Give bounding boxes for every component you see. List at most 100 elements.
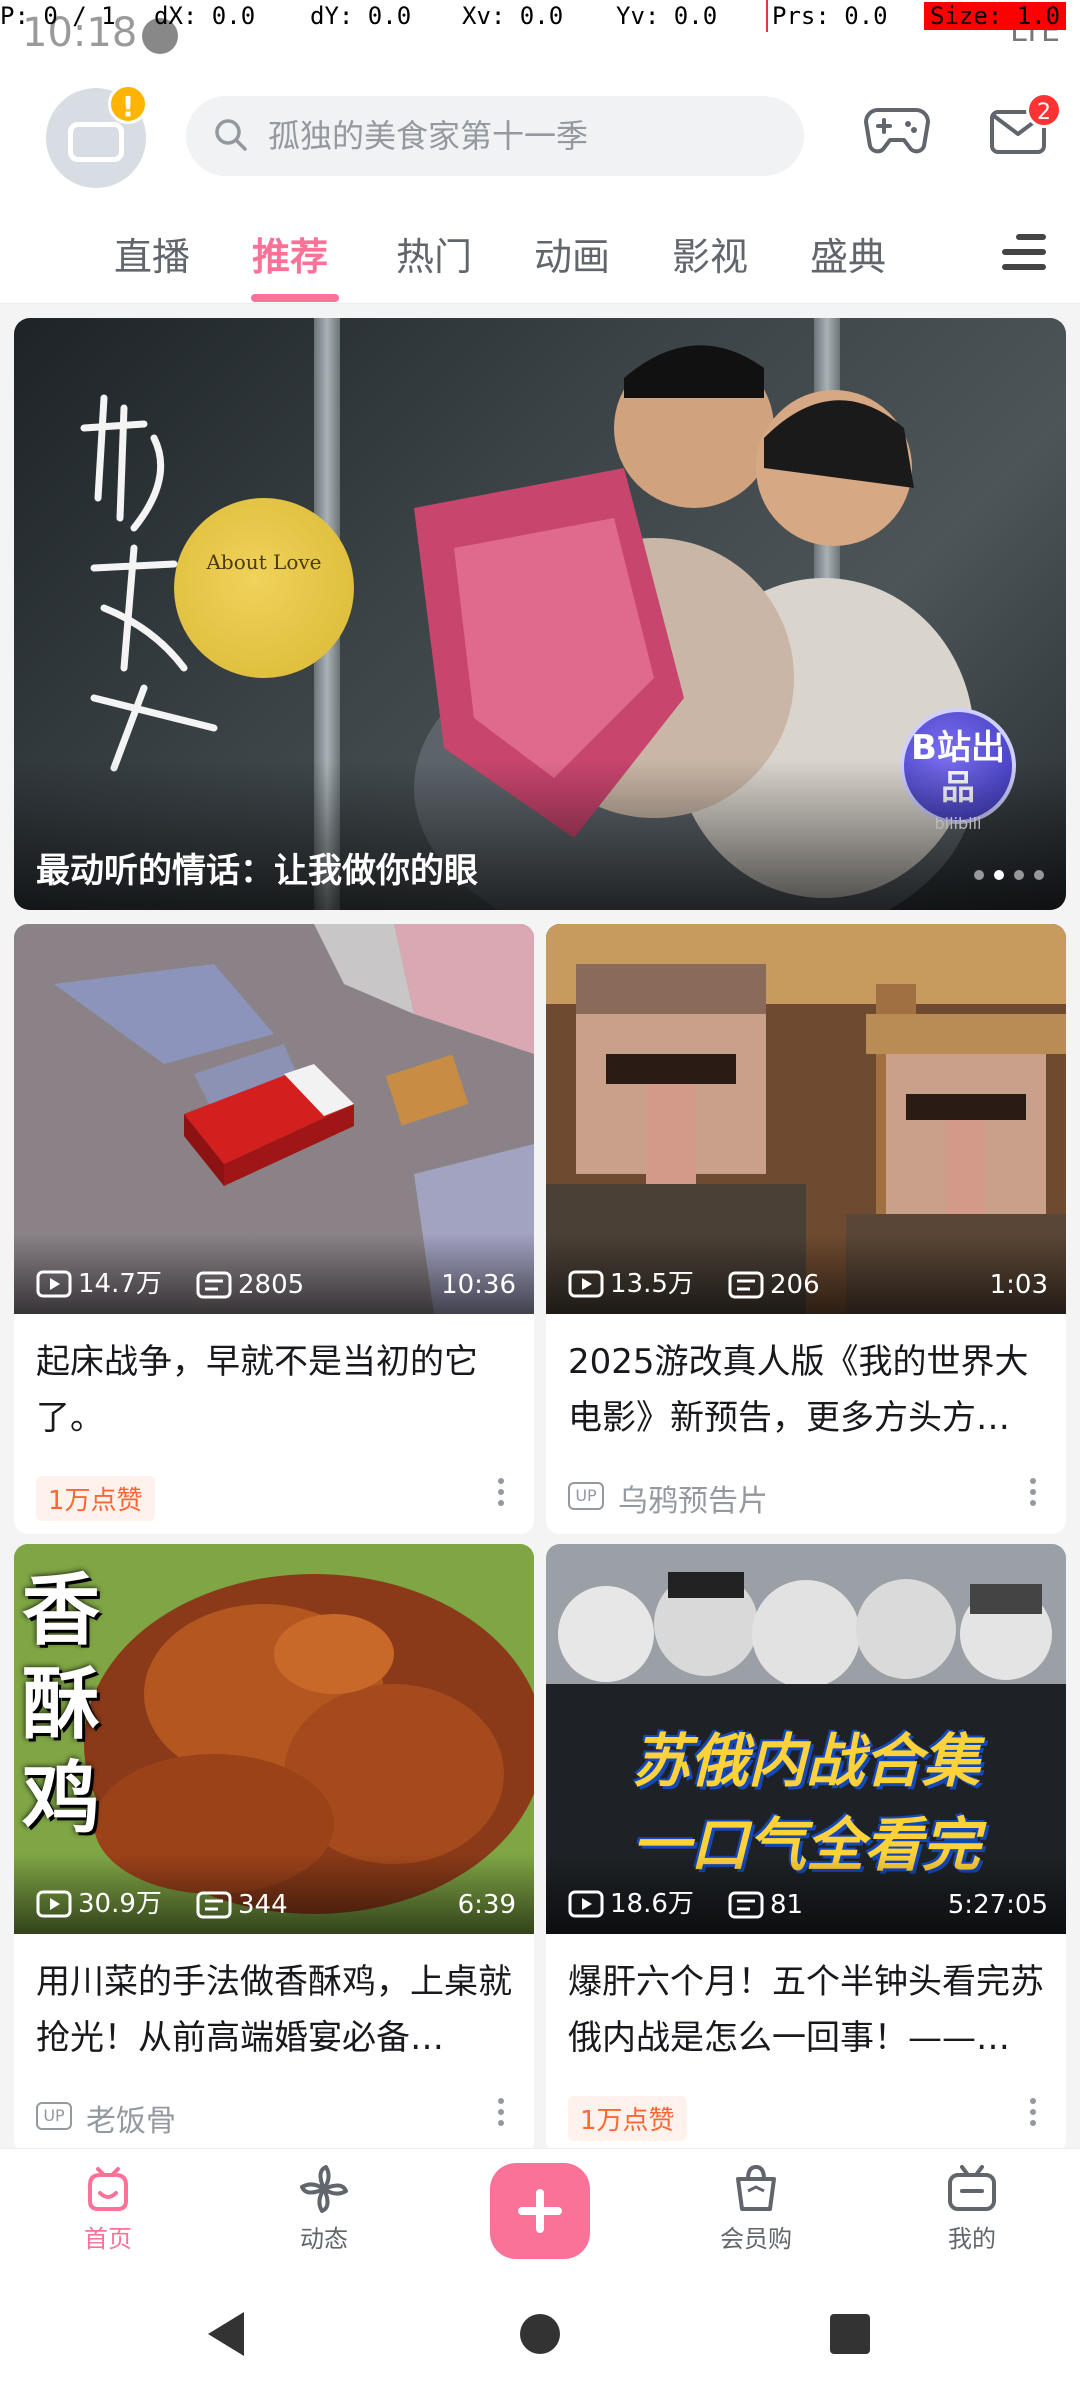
more-options-icon[interactable] [498,1478,506,1506]
play-count-icon [568,1270,604,1298]
carousel-dot [1034,870,1044,880]
danmaku-count: 81 [728,1890,803,1920]
more-options-icon[interactable] [498,2098,506,2126]
video-card[interactable]: 14.7万 2805 10:36 起床战争，早就不是当初的它了。 1万点赞 [14,924,534,1534]
view-count-text: 14.7万 [78,1269,162,1299]
debug-pressure: Prs: 0.0 [772,2,888,30]
nav-home[interactable]: 首页 [48,2163,168,2254]
carousel-dot-active [994,870,1004,880]
nav-mall[interactable]: 会员购 [696,2163,816,2254]
search-input[interactable] [268,96,778,176]
carousel-dot [974,870,984,880]
nav-label: 我的 [948,2225,996,2253]
tab-live[interactable]: 直播 [114,226,190,281]
debug-pointer: P: 0 / 1 [0,2,116,30]
avatar-alert-badge: ! [108,84,148,124]
danmaku-count: 206 [728,1270,820,1300]
home-circle-icon[interactable] [520,2314,560,2354]
recent-apps-icon[interactable] [830,2314,870,2354]
active-tab-indicator [251,294,339,302]
nav-dynamic[interactable]: 动态 [264,2163,384,2254]
play-count-icon [36,1270,72,1298]
search-icon [215,119,247,151]
mail-count-badge: 2 [1026,92,1062,128]
nav-mine[interactable]: 我的 [912,2163,1032,2254]
danmaku-count-text: 81 [770,1890,804,1920]
debug-size: Size: 1.0 [924,2,1067,30]
home-icon [88,2167,128,2211]
danmaku-count: 344 [196,1890,288,1920]
tab-film[interactable]: 影视 [672,226,748,281]
carousel-dot [1014,870,1024,880]
banner-title: 最动听的情话：让我做你的眼 [36,851,478,891]
video-duration: 6:39 [457,1890,516,1920]
tab-recommend[interactable]: 推荐 [252,226,328,281]
danmaku-icon [196,1891,232,1919]
dish-title-overlay: 香酥鸡 [22,1566,101,1844]
pointer-debug-overlay: P: 0 / 1 dX: 0.0 dY: 0.0 Xv: 0.0 Yv: 0.0… [0,0,1080,34]
like-tag: 1万点赞 [568,2096,687,2141]
uploader-name[interactable]: 乌鸦预告片 [618,1476,768,1520]
up-badge-icon: UP [36,2102,72,2130]
debug-yv: Yv: 0.0 [616,2,718,30]
moon-logo: About Love [174,498,354,678]
tv-icon [948,2165,996,2211]
like-tag: 1万点赞 [36,1476,155,1521]
debug-dy: dY: 0.0 [310,2,412,30]
play-count-icon [36,1890,72,1918]
view-count: 30.9万 [36,1883,162,1920]
video-thumbnail: 14.7万 2805 10:36 [14,924,534,1314]
menu-icon[interactable] [1002,234,1046,272]
plus-icon-vertical [536,2189,544,2233]
tab-ceremony[interactable]: 盛典 [810,226,886,281]
gamepad-icon[interactable] [864,104,930,156]
video-duration: 1:03 [989,1270,1048,1300]
carousel-indicator [964,865,1044,884]
video-card[interactable]: 香酥鸡 30.9万 344 6:39 用川菜的手法做香酥鸡，上桌就抢光！从前高端… [14,1544,534,2154]
tab-anime[interactable]: 动画 [534,226,610,281]
view-count-text: 18.6万 [610,1889,694,1919]
play-count-icon [568,1890,604,1918]
banner-carousel[interactable]: About Love B站出品 bilibili 最动听的情话：让我做你的眼 [14,318,1066,910]
danmaku-count-text: 344 [238,1890,288,1920]
video-title: 起床战争，早就不是当初的它了。 [36,1342,478,1438]
uploader-name[interactable]: 老饭骨 [86,2096,176,2140]
more-options-icon[interactable] [1030,1478,1038,1506]
danmaku-count-text: 206 [770,1270,820,1300]
back-icon[interactable] [208,2312,244,2356]
tab-hot[interactable]: 热门 [396,226,472,281]
video-thumbnail: 苏俄内战合集 一口气全看完 18.6万 81 5:27:05 [546,1544,1066,1934]
more-options-icon[interactable] [1030,2098,1038,2126]
video-thumbnail: 香酥鸡 30.9万 344 6:39 [14,1544,534,1934]
publish-button[interactable] [490,2163,590,2259]
view-count-text: 13.5万 [610,1269,694,1299]
system-navigation-bar [0,2272,1080,2400]
danmaku-icon [728,1891,764,1919]
channel-tabs: 直播 推荐 热门 动画 影视 盛典 [0,200,1080,304]
danmaku-icon [196,1271,232,1299]
video-duration: 10:36 [441,1270,516,1300]
debug-divider [766,0,768,32]
view-count-text: 30.9万 [78,1889,162,1919]
up-badge-icon: UP [568,1482,604,1510]
shopping-bag-icon [736,2164,776,2211]
debug-dx: dX: 0.0 [154,2,256,30]
view-count: 13.5万 [568,1263,694,1300]
bilibili-home-screen: 10:18 LTE P: 0 / 1 dX: 0.0 dY: 0.0 Xv: 0… [0,0,1080,2400]
video-card[interactable]: 13.5万 206 1:03 2025游改真人版《我的世界大电影》新预告，更多方… [546,924,1066,1534]
search-bar[interactable] [186,96,804,176]
top-header: ! 2 [0,60,1080,200]
debug-xv: Xv: 0.0 [462,2,564,30]
view-count: 14.7万 [36,1263,162,1300]
video-duration: 5:27:05 [947,1890,1048,1920]
danmaku-icon [728,1271,764,1299]
danmaku-count: 2805 [196,1270,304,1300]
nav-label: 会员购 [720,2225,792,2253]
pinwheel-icon [300,2165,348,2213]
title-overlay-line1: 苏俄内战合集 [631,1727,980,1795]
moon-logo-text: About Love [206,550,322,574]
bottom-navigation: 首页 动态 会员购 我的 [0,2148,1080,2272]
video-card[interactable]: 苏俄内战合集 一口气全看完 18.6万 81 5:27:05 爆肝六个月！五个半… [546,1544,1066,2154]
video-title: 2025游改真人版《我的世界大电影》新预告，更多方头方… [568,1342,1029,1438]
tv-face-icon [68,122,124,162]
